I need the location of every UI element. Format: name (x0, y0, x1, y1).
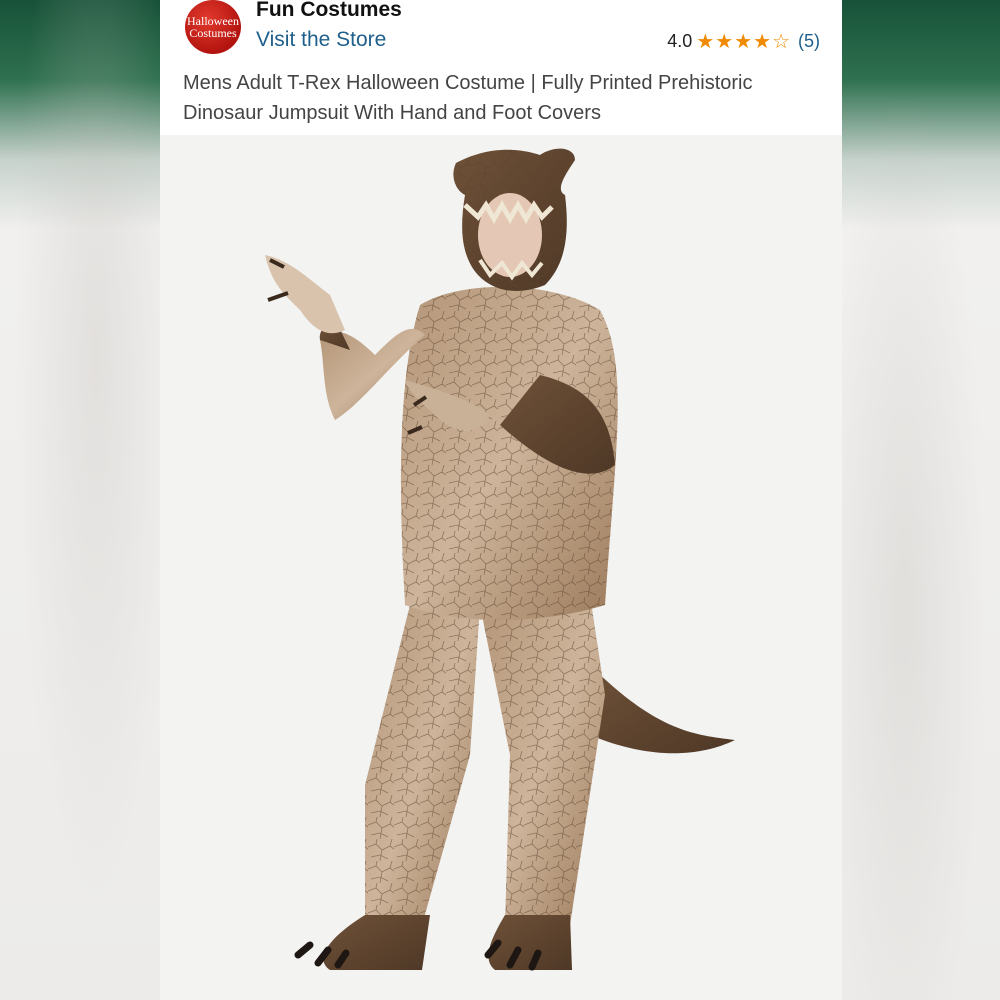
rating-value: 4.0 (667, 31, 693, 51)
store-logo[interactable]: Halloween Costumes (185, 0, 241, 54)
tail (590, 665, 735, 754)
product-title: Mens Adult T-Rex Halloween Costume | Ful… (183, 72, 753, 124)
star-icon: ★ (696, 30, 715, 53)
product-card: Halloween Costumes Fun Costumes Visit th… (160, 0, 842, 1000)
star-icon: ★ (734, 30, 753, 53)
visit-store-link[interactable]: Visit the Store (256, 28, 386, 52)
background-blur-left (0, 0, 160, 1000)
product-image[interactable] (160, 135, 842, 1000)
background-blur-right (840, 0, 1000, 1000)
star-icon: ★ (753, 30, 772, 53)
product-header: Halloween Costumes Fun Costumes Visit th… (160, 0, 842, 135)
store-name[interactable]: Fun Costumes (256, 0, 402, 22)
rating-stars: ★ ★ ★ ★ ☆ (696, 32, 790, 52)
logo-text-line2: Costumes (189, 26, 237, 40)
review-count-link[interactable]: (5) (798, 31, 820, 52)
star-icon: ★ (715, 30, 734, 53)
rating-summary[interactable]: 4.0 ★ ★ ★ ★ ☆ (5) (667, 31, 820, 52)
trex-costume-illustration (265, 148, 735, 971)
star-empty-icon: ☆ (772, 30, 790, 53)
